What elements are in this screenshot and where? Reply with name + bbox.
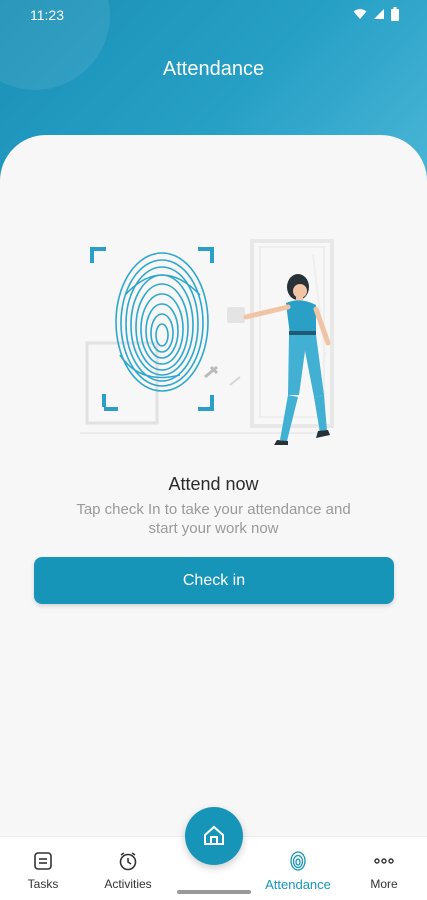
fingerprint-icon (290, 851, 306, 871)
nav-item-tasks[interactable]: Tasks (3, 849, 83, 891)
home-indicator (177, 890, 251, 894)
tasks-icon (34, 852, 52, 870)
wifi-icon (353, 9, 367, 19)
home-icon (204, 825, 224, 845)
nav-label-activities: Activities (104, 877, 152, 891)
clock-icon (119, 852, 137, 871)
home-fab-button[interactable] (185, 807, 243, 865)
attend-subtext: Tap check In to take your attendance and… (76, 501, 351, 537)
more-dots-icon (374, 858, 394, 864)
status-time: 11:23 (30, 7, 64, 23)
nav-item-attendance[interactable]: Attendance (258, 849, 338, 892)
nav-item-activities[interactable]: Activities (88, 849, 168, 891)
nav-label-tasks: Tasks (27, 877, 59, 891)
page-title: Attendance (162, 58, 265, 80)
status-icons (353, 7, 399, 21)
nav-label-more: More (370, 877, 398, 891)
battery-icon (391, 7, 399, 21)
attend-heading: Attend now (168, 474, 259, 494)
nav-label-attendance: Attendance (265, 877, 331, 892)
signal-icon (374, 9, 384, 19)
check-in-button[interactable]: Check in (34, 557, 394, 604)
fingerprint-scan-illustration (80, 239, 334, 445)
nav-item-more[interactable]: More (344, 849, 424, 891)
status-bar: 11:23 (0, 0, 427, 30)
